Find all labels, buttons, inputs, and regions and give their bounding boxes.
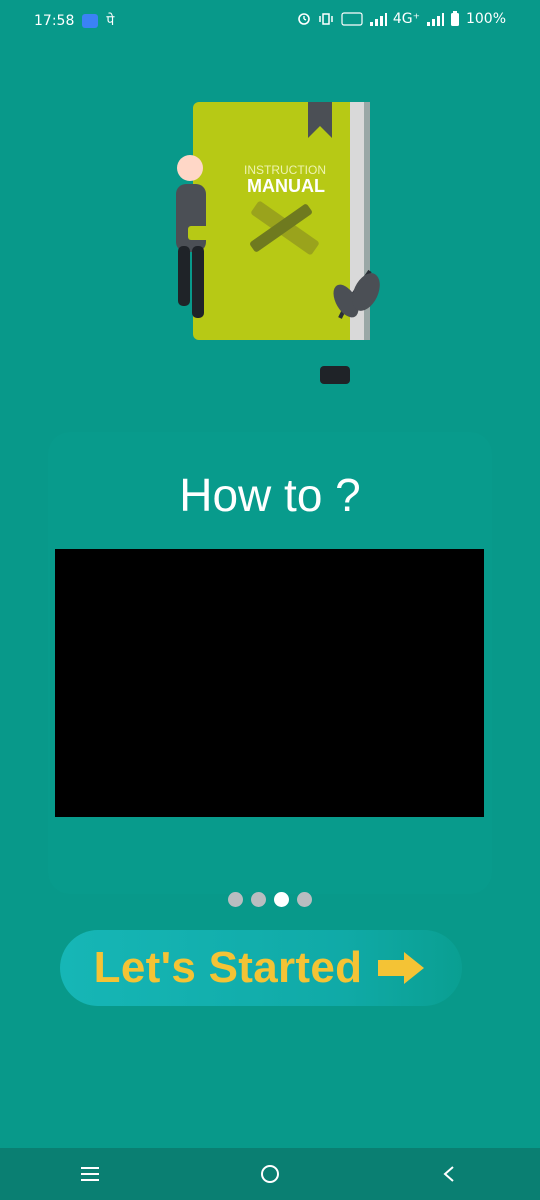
- vibrate-icon: [319, 13, 333, 25]
- lets-started-label: Let's Started: [93, 943, 363, 992]
- network-type: 4G⁺: [392, 11, 420, 27]
- instruction-manual-illustration: INSTRUCTION MANUAL: [176, 102, 380, 384]
- signal-icon-2: [426, 13, 444, 26]
- battery-level: 100%: [465, 11, 506, 27]
- video-player[interactable]: [55, 549, 484, 817]
- lets-started-button[interactable]: Let's Started: [60, 930, 462, 1006]
- page-dot-4[interactable]: [297, 892, 312, 907]
- status-extra: पे: [106, 13, 115, 29]
- alarm-icon: [298, 13, 310, 25]
- home-icon: [261, 1165, 279, 1183]
- page-indicator: [0, 892, 540, 907]
- app-badge-icon: [82, 13, 99, 28]
- menu-icon: [81, 1167, 99, 1181]
- page-dot-2[interactable]: [251, 892, 266, 907]
- status-time: 17:58: [34, 12, 75, 29]
- nav-back-button[interactable]: [420, 1148, 480, 1200]
- nav-home-button[interactable]: [240, 1148, 300, 1200]
- status-bar: 17:58 पे 4G⁺ 100%: [0, 0, 540, 38]
- volte-icon: [341, 12, 363, 26]
- page-dot-3[interactable]: [274, 892, 289, 907]
- manual-cover-bottom: MANUAL: [247, 176, 325, 196]
- page-title: How to ?: [179, 469, 361, 521]
- arrow-right-icon: [378, 952, 425, 984]
- back-icon: [443, 1166, 454, 1182]
- page-dot-1[interactable]: [228, 892, 243, 907]
- status-right: 4G⁺ 100%: [297, 11, 506, 27]
- status-left: 17:58 पे: [34, 11, 114, 30]
- battery-icon: [450, 11, 459, 26]
- manual-cover-top: INSTRUCTION: [244, 163, 326, 177]
- nav-menu-button[interactable]: [60, 1148, 120, 1200]
- system-navigation-bar: [0, 1148, 540, 1200]
- signal-icon: [369, 13, 387, 26]
